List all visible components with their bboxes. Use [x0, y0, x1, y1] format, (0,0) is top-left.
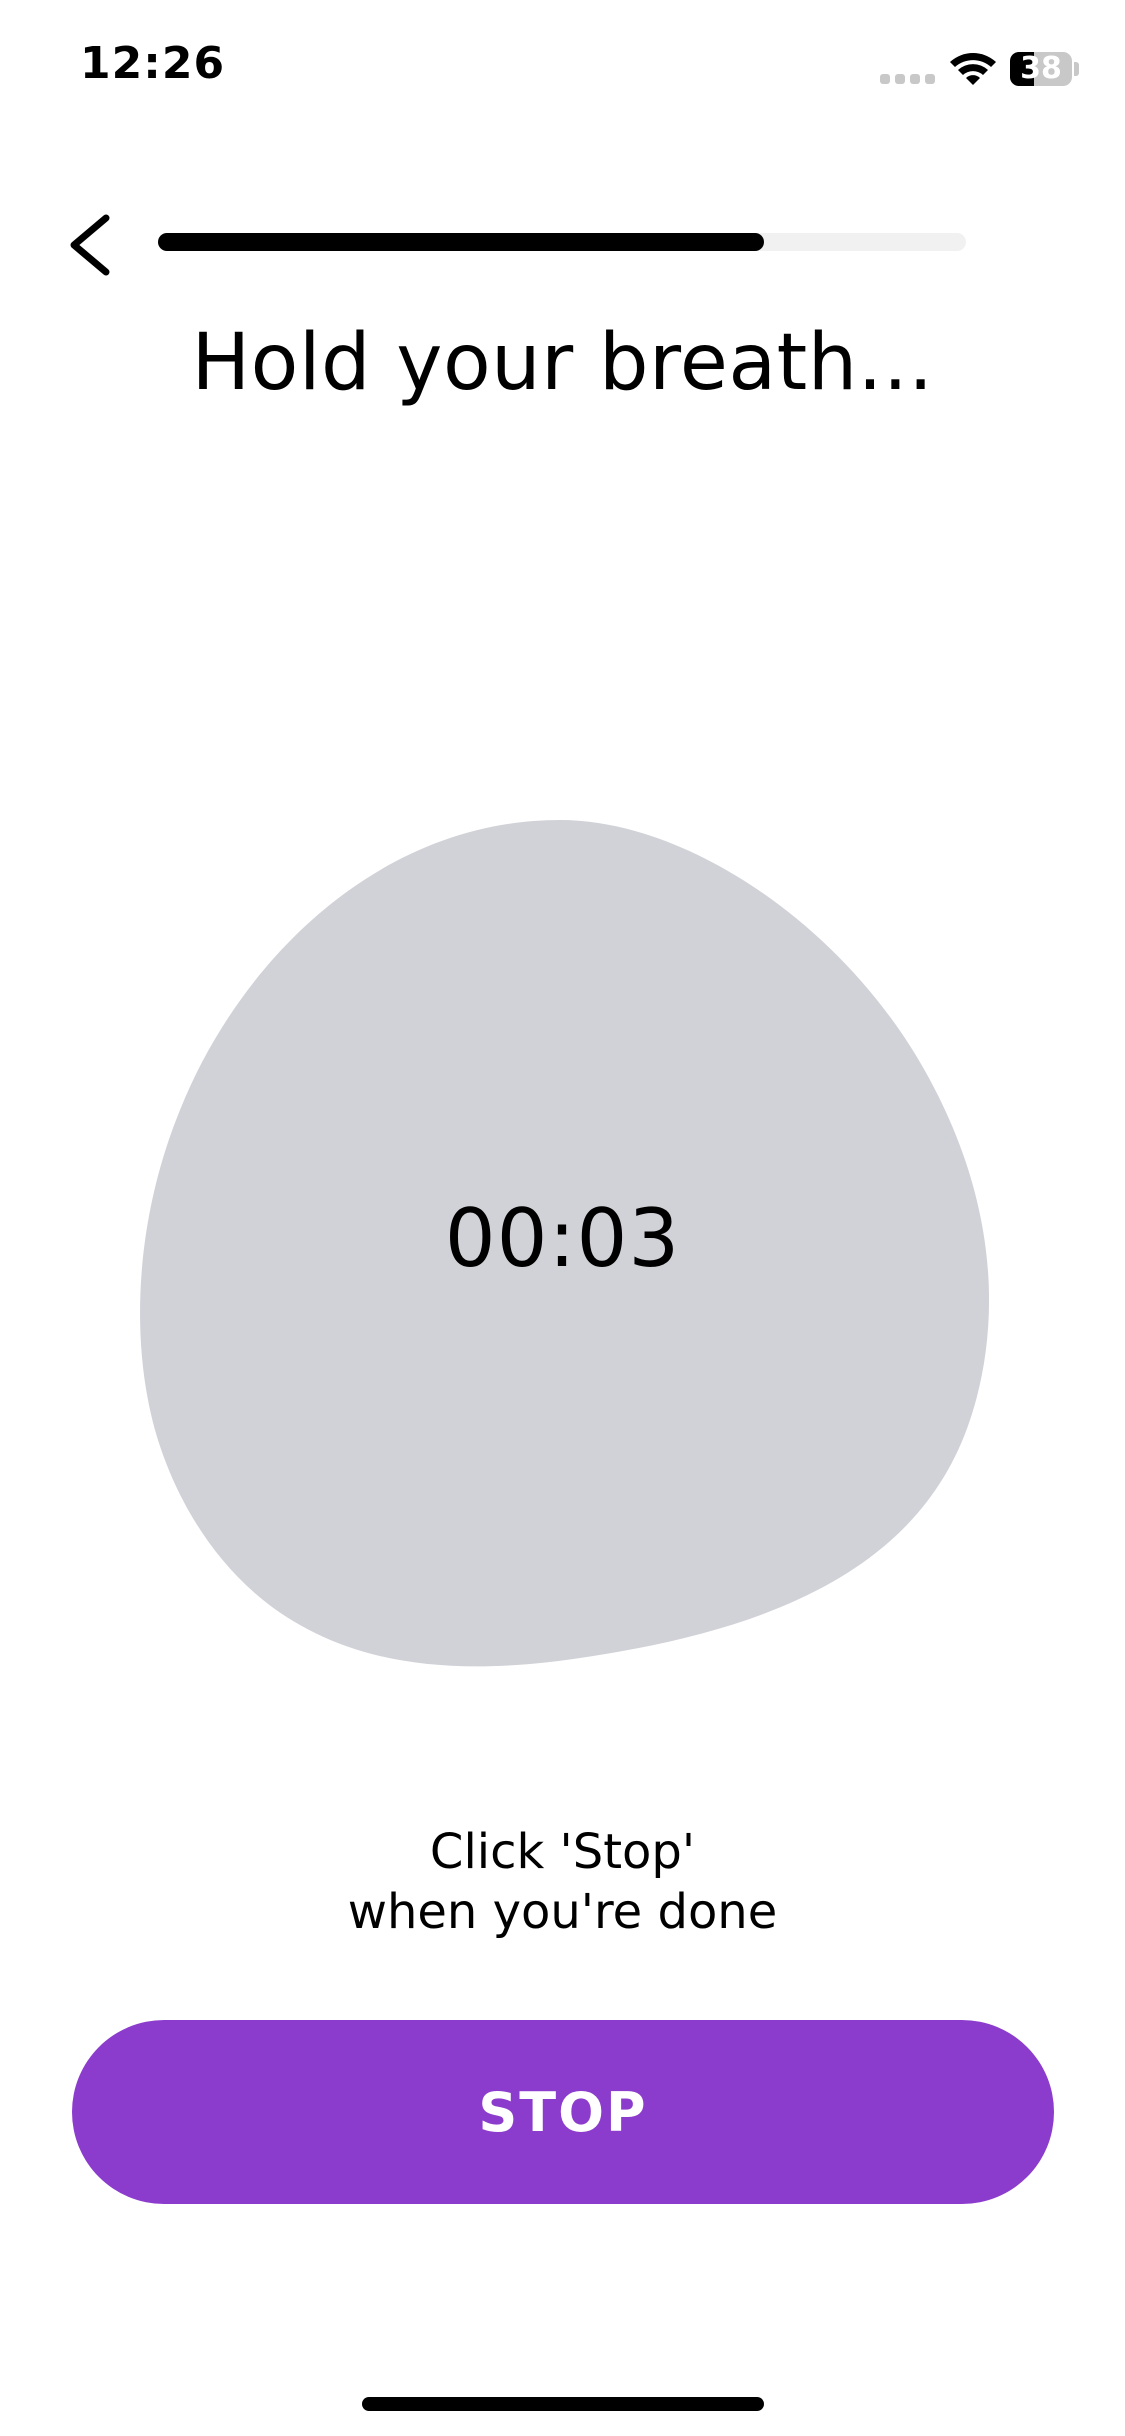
- battery-tip: [1074, 62, 1079, 76]
- home-indicator: [362, 2397, 764, 2411]
- battery-icon: 38: [1010, 52, 1072, 86]
- status-bar: 12:26 38: [0, 0, 1125, 140]
- progress-fill: [158, 233, 764, 251]
- instruction-line-2: when you're done: [347, 1884, 778, 1940]
- instruction-line-1: Click 'Stop': [429, 1824, 696, 1880]
- stop-button[interactable]: STOP: [72, 2020, 1054, 2204]
- battery-level: 38: [1020, 52, 1062, 86]
- page-title: Hold your breath...: [191, 318, 934, 408]
- back-button[interactable]: [50, 200, 130, 290]
- wifi-icon: [950, 53, 996, 85]
- progress-bar: [158, 233, 966, 251]
- instruction-text: Click 'Stop' when you're done: [0, 1822, 1125, 1942]
- chevron-left-icon: [70, 214, 110, 276]
- timer-display: 00:03: [444, 1192, 681, 1285]
- status-time: 12:26: [80, 38, 226, 89]
- cellular-signal-icon: [880, 74, 935, 84]
